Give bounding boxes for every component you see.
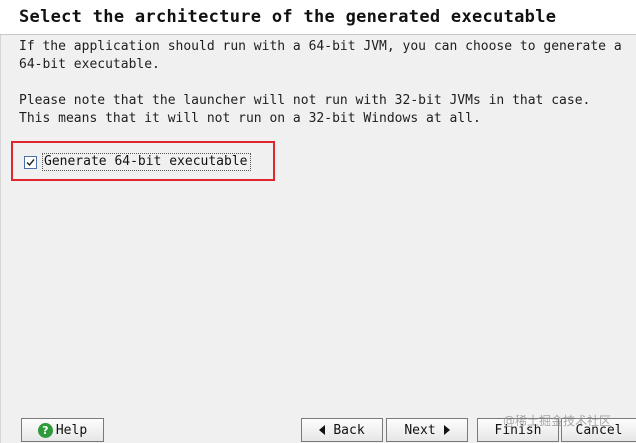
watermark-text: @稀土掘金技术社区 [503, 414, 612, 428]
wizard-content: If the application should run with a 64-… [0, 35, 636, 411]
arrow-left-icon [319, 425, 326, 435]
description-paragraph-2: Please note that the launcher will not r… [19, 93, 591, 126]
description-paragraph-1: If the application should run with a 64-… [19, 39, 622, 72]
help-button-label: Help [55, 422, 88, 438]
help-icon: ? [37, 422, 53, 438]
page-title: Select the architecture of the generated… [19, 7, 557, 27]
wizard-header: Select the architecture of the generated… [0, 0, 636, 35]
help-button[interactable]: ? Help [21, 418, 104, 442]
generate-64bit-label[interactable]: Generate 64-bit executable [42, 153, 251, 171]
arrow-right-icon [443, 425, 450, 435]
next-button-label: Next [404, 422, 436, 438]
back-button-label: Back [333, 422, 365, 438]
generate-64bit-checkbox[interactable] [24, 155, 37, 169]
generate-64bit-option[interactable]: Generate 64-bit executable [24, 152, 251, 172]
next-button[interactable]: Next [386, 418, 468, 442]
checkmark-icon [26, 158, 35, 166]
back-button[interactable]: Back [301, 418, 383, 442]
